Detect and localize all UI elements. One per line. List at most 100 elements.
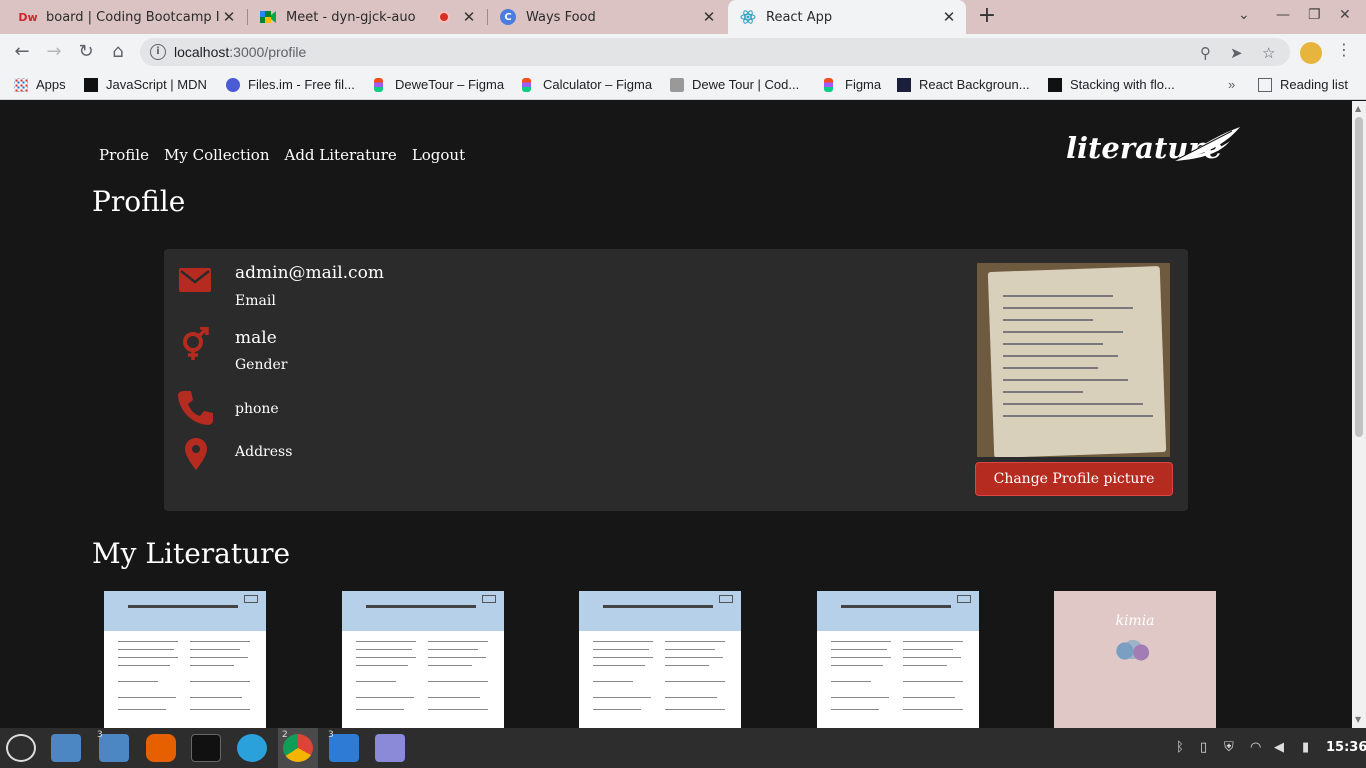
page-scrollbar[interactable]: ▲ ▼ bbox=[1352, 101, 1366, 728]
mint-menu-icon[interactable] bbox=[6, 734, 36, 762]
clock[interactable]: 15:36 bbox=[1326, 740, 1366, 755]
forward-icon[interactable]: → bbox=[44, 42, 64, 62]
page-viewport: Profile My Collection Add Literature Log… bbox=[0, 101, 1352, 728]
react-icon bbox=[740, 9, 756, 25]
bookmark-filesim[interactable]: Files.im - Free fil... bbox=[226, 77, 355, 92]
close-icon[interactable]: ✕ bbox=[700, 8, 718, 26]
my-literature-title: My Literature bbox=[92, 537, 291, 570]
tab-strip: Dw board | Coding Bootcamp Ind ✕ Meet - … bbox=[0, 0, 1366, 34]
url-text[interactable]: localhost:3000/profile bbox=[174, 44, 306, 60]
terminal-icon[interactable] bbox=[191, 734, 221, 762]
file-manager-icon[interactable] bbox=[51, 734, 81, 762]
back-icon[interactable]: ← bbox=[12, 42, 32, 62]
shield-icon[interactable]: ⛨ bbox=[1224, 740, 1234, 755]
text-editor-icon[interactable] bbox=[375, 734, 405, 762]
firefox-icon[interactable] bbox=[146, 734, 176, 762]
restore-icon[interactable]: ❐ bbox=[1308, 7, 1321, 23]
files-badge: 3 bbox=[97, 730, 103, 740]
email-label: Email bbox=[235, 293, 276, 309]
battery-icon[interactable]: ▮ bbox=[1302, 740, 1309, 755]
bookmark-apps[interactable]: Apps bbox=[14, 77, 66, 92]
bookmark-dewetour-figma[interactable]: DeweTour – Figma bbox=[374, 77, 504, 92]
bluetooth-icon[interactable]: ᛒ bbox=[1176, 740, 1184, 755]
profile-picture bbox=[977, 263, 1170, 457]
recording-icon bbox=[438, 11, 450, 23]
folder-icon[interactable] bbox=[99, 734, 129, 762]
bookmark-mdn[interactable]: JavaScript | MDN bbox=[84, 77, 207, 92]
phone-label: phone bbox=[235, 401, 279, 417]
literature-card[interactable] bbox=[342, 591, 504, 728]
scroll-thumb[interactable] bbox=[1355, 117, 1363, 437]
send-icon[interactable]: ➤ bbox=[1230, 44, 1243, 62]
bookmark-star-icon[interactable]: ☆ bbox=[1262, 44, 1275, 62]
flower-illustration bbox=[1106, 636, 1160, 666]
gender-icon bbox=[183, 327, 209, 360]
mail-icon bbox=[179, 268, 211, 292]
tab-meet[interactable]: Meet - dyn-gjck-auo ✕ bbox=[248, 0, 486, 34]
bookmark-figma[interactable]: Figma bbox=[824, 77, 881, 92]
feather-icon bbox=[1173, 127, 1240, 162]
minimize-icon[interactable]: — bbox=[1276, 7, 1290, 23]
phone-icon bbox=[178, 391, 213, 425]
wifi-icon[interactable]: ◠ bbox=[1250, 740, 1261, 755]
url-path: :3000/profile bbox=[229, 44, 307, 60]
figma-icon bbox=[824, 77, 833, 92]
globe-icon bbox=[670, 77, 684, 92]
dumbways-icon: Dw bbox=[18, 10, 38, 24]
gender-label: Gender bbox=[235, 357, 288, 373]
tab-dumbways[interactable]: Dw board | Coding Bootcamp Ind ✕ bbox=[8, 0, 246, 34]
telegram-icon[interactable] bbox=[237, 734, 267, 762]
google-meet-icon bbox=[260, 9, 276, 25]
reload-icon[interactable]: ↻ bbox=[76, 42, 96, 62]
scroll-down-icon[interactable]: ▼ bbox=[1355, 715, 1361, 724]
close-window-icon[interactable]: ✕ bbox=[1339, 7, 1351, 23]
url-host: localhost bbox=[174, 44, 230, 60]
page-title: Profile bbox=[92, 185, 186, 218]
browser-toolbar: ← → ↻ ⌂ i localhost:3000/profile ⚲ ➤ ☆ ⋮ bbox=[0, 34, 1366, 70]
bookmark-react-background[interactable]: React Backgroun... bbox=[897, 77, 1030, 92]
profile-avatar[interactable] bbox=[1300, 42, 1322, 64]
profile-card: admin@mail.com Email male Gender phone A… bbox=[164, 249, 1188, 511]
volume-icon[interactable]: ◀ bbox=[1274, 740, 1284, 755]
reading-list-button[interactable]: Reading list bbox=[1258, 77, 1348, 92]
figma-icon bbox=[374, 77, 383, 92]
tab-search-icon[interactable]: ⌄ bbox=[1238, 7, 1250, 23]
site-logo[interactable]: literature bbox=[1066, 127, 1240, 165]
new-tab-button[interactable]: + bbox=[975, 5, 999, 29]
bookmark-calculator-figma[interactable]: Calculator – Figma bbox=[522, 77, 652, 92]
stacking-icon bbox=[1048, 77, 1062, 92]
zoom-icon[interactable]: ⚲ bbox=[1200, 44, 1211, 62]
chrome-badge: 2 bbox=[282, 730, 288, 740]
location-pin-icon bbox=[185, 438, 207, 470]
nav-profile[interactable]: Profile bbox=[99, 146, 149, 164]
home-icon[interactable]: ⌂ bbox=[108, 42, 128, 62]
nav-my-collection[interactable]: My Collection bbox=[164, 146, 270, 164]
clipboard-icon[interactable]: ▯ bbox=[1200, 740, 1207, 755]
tab-react-app[interactable]: React App ✕ bbox=[728, 0, 966, 34]
bookmarks-bar: Apps JavaScript | MDN Files.im - Free fi… bbox=[0, 70, 1366, 100]
menu-icon[interactable]: ⋮ bbox=[1336, 40, 1352, 59]
literature-card[interactable] bbox=[104, 591, 266, 728]
nav-add-literature[interactable]: Add Literature bbox=[284, 146, 396, 164]
scroll-up-icon[interactable]: ▲ bbox=[1355, 104, 1361, 113]
reading-list-icon bbox=[1258, 77, 1272, 92]
literature-card[interactable] bbox=[579, 591, 741, 728]
bookmarks-overflow-icon[interactable]: » bbox=[1228, 77, 1235, 92]
email-value: admin@mail.com bbox=[235, 263, 384, 283]
os-taskbar: 3 2 3 ᛒ ▯ ⛨ ◠ ◀ ▮ 15:36 bbox=[0, 728, 1366, 768]
nav-logout[interactable]: Logout bbox=[412, 146, 465, 164]
literature-card[interactable] bbox=[817, 591, 979, 728]
close-icon[interactable]: ✕ bbox=[460, 8, 478, 26]
bookmark-dewetour-cod[interactable]: Dewe Tour | Cod... bbox=[670, 77, 799, 92]
change-profile-picture-button[interactable]: Change Profile picture bbox=[975, 462, 1173, 496]
address-bar[interactable]: i localhost:3000/profile ⚲ ➤ ☆ bbox=[140, 38, 1290, 66]
files-im-icon bbox=[226, 77, 240, 92]
bookmark-stacking[interactable]: Stacking with flo... bbox=[1048, 77, 1175, 92]
tab-waysfood[interactable]: C Ways Food ✕ bbox=[488, 0, 726, 34]
close-icon[interactable]: ✕ bbox=[940, 8, 958, 26]
close-icon[interactable]: ✕ bbox=[220, 8, 238, 26]
literature-card[interactable]: kimia bbox=[1054, 591, 1216, 728]
site-info-icon[interactable]: i bbox=[150, 44, 166, 60]
book-cover-title: kimia bbox=[1115, 613, 1155, 629]
vscode-badge: 3 bbox=[328, 730, 334, 740]
